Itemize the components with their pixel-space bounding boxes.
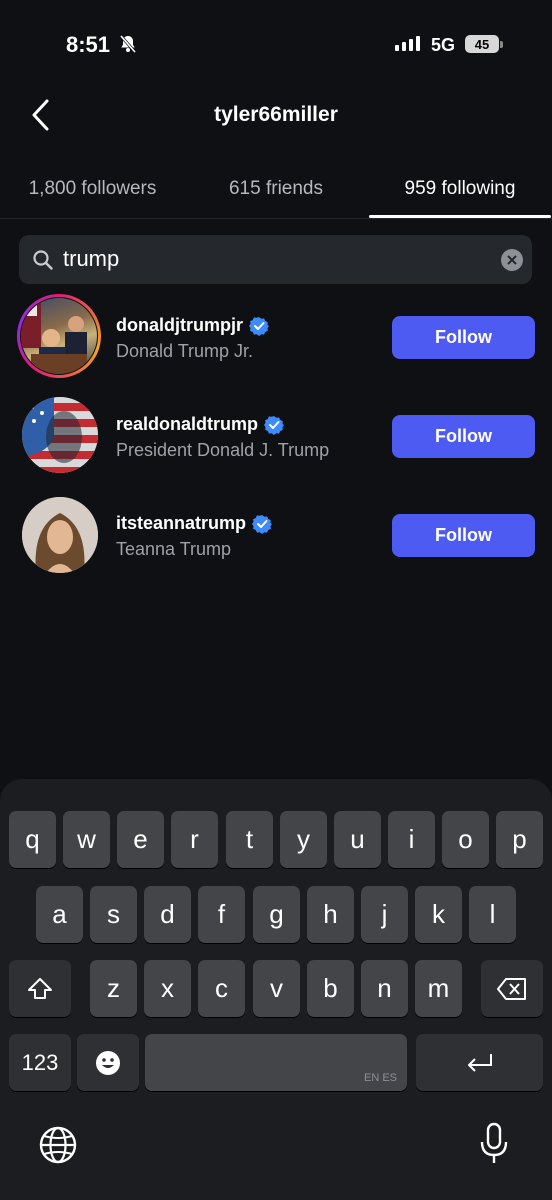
follow-button[interactable]: Follow — [392, 415, 535, 458]
page-title: tyler66miller — [214, 103, 338, 126]
keyboard-language-hint: EN ES — [363, 1072, 397, 1084]
result-full-name: President Donald J. Trump — [116, 440, 330, 460]
result-full-name: Donald Trump Jr. — [116, 341, 254, 361]
key-m[interactable]: m — [415, 960, 462, 1017]
key-q[interactable]: q — [9, 811, 56, 868]
key-d[interactable]: d — [144, 886, 191, 943]
battery-icon: 45 — [465, 35, 499, 53]
result-username[interactable]: itsteannatrump — [116, 513, 273, 534]
key-n[interactable]: n — [361, 960, 408, 1017]
follow-button[interactable]: Follow — [392, 514, 535, 557]
key-g[interactable]: g — [253, 886, 300, 943]
delete-key[interactable] — [481, 960, 543, 1017]
avatar-photo — [21, 298, 87, 374]
key-b[interactable]: b — [307, 960, 354, 1017]
shift-key[interactable] — [9, 960, 71, 1017]
username-text: itsteannatrump — [116, 513, 247, 533]
numbers-key[interactable]: 123 — [9, 1034, 71, 1091]
active-tab-indicator — [369, 215, 551, 218]
tab-following[interactable]: 959 following — [369, 178, 551, 200]
avatar[interactable] — [21, 298, 97, 374]
microphone-icon[interactable] — [479, 1122, 509, 1171]
battery-tip — [500, 41, 503, 48]
key-h[interactable]: h — [307, 886, 354, 943]
username-text: realdonaldtrump — [116, 414, 259, 434]
key-i[interactable]: i — [388, 811, 435, 868]
tab-divider — [0, 218, 552, 219]
space-key[interactable]: EN ES — [145, 1034, 407, 1091]
key-r[interactable]: r — [171, 811, 218, 868]
key-t[interactable]: t — [226, 811, 273, 868]
key-s[interactable]: s — [90, 886, 137, 943]
key-z[interactable]: z — [90, 960, 137, 1017]
key-u[interactable]: u — [334, 811, 381, 868]
search-query[interactable]: trump — [63, 246, 119, 272]
key-k[interactable]: k — [415, 886, 462, 943]
key-c[interactable]: c — [198, 960, 245, 1017]
shift-arrow-icon — [28, 977, 52, 999]
result-full-name: Teanna Trump — [116, 539, 232, 559]
avatar-photo — [22, 497, 98, 573]
key-e[interactable]: e — [117, 811, 164, 868]
result-username[interactable]: realdonaldtrump — [116, 414, 285, 435]
tab-friends[interactable]: 615 friends — [185, 178, 367, 200]
key-a[interactable]: a — [36, 886, 83, 943]
story-ring[interactable] — [17, 294, 101, 378]
network-type: 5G — [431, 35, 456, 55]
key-v[interactable]: v — [253, 960, 300, 1017]
key-o[interactable]: o — [442, 811, 489, 868]
clear-search-button[interactable] — [501, 249, 523, 271]
follow-button[interactable]: Follow — [392, 316, 535, 359]
return-arrow-icon — [467, 1053, 492, 1072]
return-key[interactable] — [416, 1034, 543, 1091]
key-w[interactable]: w — [63, 811, 110, 868]
globe-icon[interactable] — [38, 1125, 78, 1170]
status-time: 8:51 — [66, 32, 111, 57]
backspace-icon — [497, 977, 526, 1000]
emoji-key[interactable] — [77, 1034, 139, 1091]
keyboard: q w e r t y u i o p a s d f g h j k l z … — [0, 779, 552, 1200]
search-icon — [32, 249, 54, 276]
verified-badge-icon — [252, 514, 273, 534]
cellular-signal-icon — [395, 36, 420, 51]
key-p[interactable]: p — [496, 811, 543, 868]
key-l[interactable]: l — [469, 886, 516, 943]
key-x[interactable]: x — [144, 960, 191, 1017]
battery-level: 45 — [474, 36, 490, 52]
avatar[interactable] — [22, 497, 98, 573]
verified-badge-icon — [249, 316, 269, 336]
avatar-photo — [22, 397, 98, 473]
emoji-icon — [96, 1050, 120, 1075]
key-y[interactable]: y — [280, 811, 327, 868]
tab-followers[interactable]: 1,800 followers — [0, 178, 185, 200]
verified-badge-icon — [264, 415, 285, 435]
key-f[interactable]: f — [198, 886, 245, 943]
close-icon — [507, 255, 517, 265]
username-text: donaldjtrumpjr — [116, 315, 243, 335]
result-username[interactable]: donaldjtrumpjr — [116, 315, 269, 336]
key-j[interactable]: j — [361, 886, 408, 943]
bell-muted-icon — [118, 34, 138, 59]
avatar[interactable] — [22, 397, 98, 473]
